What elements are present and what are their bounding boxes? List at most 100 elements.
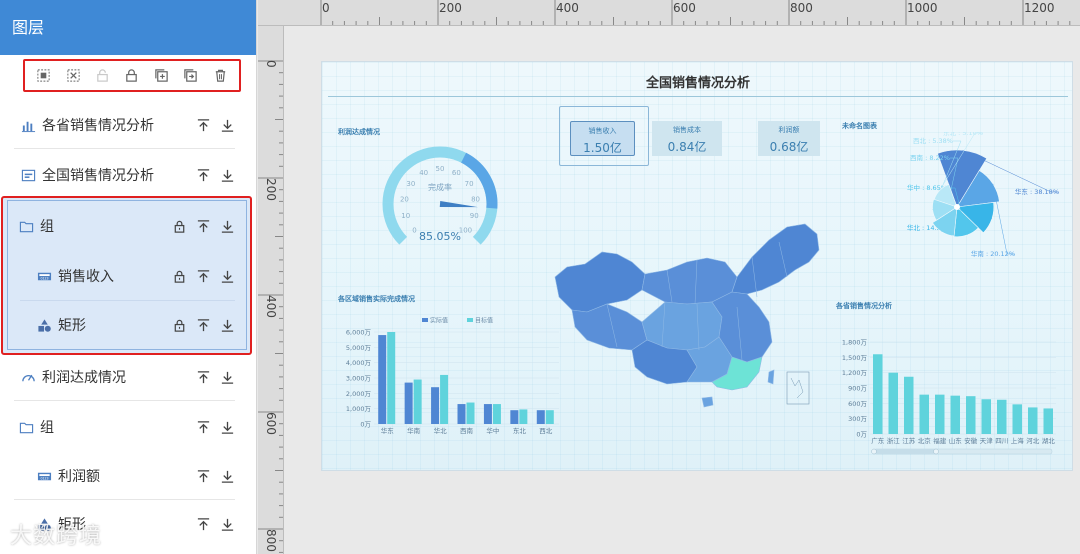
move-to-bottom-icon[interactable] (219, 468, 235, 484)
move-to-top-icon[interactable] (195, 167, 211, 183)
move-to-top-icon[interactable] (195, 117, 211, 133)
layer-item-province-sales[interactable]: 各省销售情况分析 (0, 101, 256, 149)
unlock-icon[interactable] (95, 68, 111, 84)
gauge-tick-label: 90 (470, 212, 479, 220)
kpi-card-profit[interactable]: 利润额 0.68亿 (758, 121, 820, 156)
zoom-slider-handle[interactable] (933, 448, 939, 455)
gauge-tick-label: 0 (412, 226, 416, 234)
province-bar-chart[interactable]: 0万 300万 600万 900万 1,200万 1,500万 1,800万广东 浙江 江苏 北京… (832, 332, 1072, 468)
ruler-label: 400 (556, 1, 579, 15)
move-to-top-icon[interactable] (195, 516, 211, 532)
trash-icon[interactable] (212, 68, 228, 84)
bar[interactable] (378, 335, 387, 424)
china-sales-map[interactable] (547, 222, 832, 422)
bar[interactable] (510, 410, 519, 424)
move-to-bottom-icon[interactable] (219, 369, 235, 385)
layer-item-national-sales[interactable]: 全国销售情况分析 (0, 151, 256, 199)
move-to-bottom-icon[interactable] (219, 218, 235, 234)
move-to-bottom-icon[interactable] (219, 516, 235, 532)
move-to-bottom-icon[interactable] (219, 317, 235, 333)
pie-title[interactable]: 未命名图表 (842, 121, 877, 131)
ungroup-icon[interactable] (65, 68, 81, 84)
kpi-label: 销售成本 (673, 126, 701, 134)
layer-item-sales-revenue[interactable]: 0123 销售收入 (0, 252, 256, 300)
move-to-top-icon[interactable] (195, 268, 211, 284)
lock-icon[interactable] (124, 68, 140, 84)
bar[interactable] (440, 374, 449, 424)
gauge-tick-label: 10 (401, 212, 410, 220)
bar[interactable] (519, 409, 528, 424)
y-tick-label: 2,000万 (346, 390, 372, 398)
move-to-bottom-icon[interactable] (219, 167, 235, 183)
bar[interactable] (935, 394, 945, 434)
region-bar-title[interactable]: 各区域销售实际完成情况 (338, 294, 415, 304)
x-tick-label: 江苏 (902, 436, 916, 445)
lock-icon[interactable] (171, 268, 187, 284)
gauge-tick-label: 70 (465, 180, 474, 188)
y-tick-label: 1,500万 (842, 354, 868, 362)
layer-item-profit[interactable]: 0123 利润额 (0, 452, 256, 500)
bar[interactable] (1012, 404, 1023, 434)
layer-item-profit-gauge[interactable]: 利润达成情况 (0, 353, 256, 401)
bar[interactable] (919, 394, 930, 434)
ruler-label: 1000 (907, 1, 938, 15)
move-to-top-icon[interactable] (195, 218, 211, 234)
bar[interactable] (492, 404, 501, 424)
layer-item-rectangle[interactable]: 矩形 (0, 301, 256, 349)
bar[interactable] (950, 395, 961, 434)
region-bar-chart[interactable]: 实际值 目标值 0万 1,000万 2,000万 3,000万 4,000万 5,000万 6,… (332, 312, 567, 444)
move-to-top-icon[interactable] (195, 317, 211, 333)
copy-layer-icon[interactable] (183, 68, 199, 84)
move-to-bottom-icon[interactable] (219, 419, 235, 435)
bar[interactable] (1043, 408, 1054, 434)
bar[interactable] (413, 379, 422, 424)
bar[interactable] (981, 399, 992, 434)
bar[interactable] (457, 404, 466, 424)
ruler-label: 200 (439, 1, 462, 15)
bar[interactable] (431, 387, 440, 424)
bar[interactable] (483, 404, 492, 424)
dashboard-canvas[interactable]: 全国销售情况分析 利润达成情况 0 10 20 30 40 50 60 70 80 90 100 完… (321, 61, 1073, 471)
add-layer-icon[interactable] (153, 68, 169, 84)
zoom-slider-window[interactable] (874, 449, 936, 454)
svg-text:0123: 0123 (40, 276, 48, 280)
layer-item-group[interactable]: 组 (0, 202, 256, 250)
map-region-hainan[interactable] (701, 396, 714, 408)
zoom-slider-handle[interactable] (871, 448, 877, 455)
gauge-title[interactable]: 利润达成情况 (338, 127, 380, 137)
legend-label: 目标值 (475, 317, 493, 325)
bar[interactable] (1028, 407, 1038, 434)
kpi-card-sales-cost[interactable]: 销售成本 0.84亿 (652, 121, 722, 156)
province-bar-title[interactable]: 各省销售情况分析 (836, 301, 892, 311)
kpi-card-sales-revenue[interactable]: 销售收入 1.50亿 (570, 121, 635, 156)
bar[interactable] (888, 372, 899, 434)
region-rose-chart[interactable]: 华东 : 38.18%华南 : 20.12%华北 : 14.31%华中 : 8.… (837, 132, 1073, 282)
profit-gauge[interactable]: 010203040 50 60708090100 完成率 85.05% (370, 144, 510, 256)
y-tick-label: 1,000万 (346, 405, 372, 413)
layer-item-group[interactable]: 组 (0, 403, 256, 451)
kpi-label: 利润额 (778, 126, 800, 134)
lock-icon[interactable] (171, 218, 187, 234)
bar[interactable] (404, 382, 413, 424)
move-to-top-icon[interactable] (195, 468, 211, 484)
align-icon[interactable] (36, 68, 52, 84)
move-to-top-icon[interactable] (195, 419, 211, 435)
bar[interactable] (966, 396, 976, 434)
bar[interactable] (873, 354, 883, 434)
move-to-bottom-icon[interactable] (219, 268, 235, 284)
dashboard-title[interactable]: 全国销售情况分析 (322, 72, 1072, 91)
lock-icon[interactable] (171, 317, 187, 333)
bar[interactable] (997, 399, 1007, 434)
map-region-northeast[interactable] (731, 223, 820, 295)
map-region-northwest[interactable] (554, 251, 646, 313)
bar[interactable] (536, 410, 545, 424)
map-region-taiwan[interactable] (767, 369, 775, 385)
bar[interactable] (904, 376, 914, 434)
bar[interactable] (387, 332, 396, 424)
number-card-icon: 0123 (36, 268, 52, 284)
bar[interactable] (466, 402, 475, 424)
move-to-top-icon[interactable] (195, 369, 211, 385)
move-to-bottom-icon[interactable] (219, 117, 235, 133)
title-underline (328, 96, 1068, 97)
bar[interactable] (545, 410, 554, 424)
